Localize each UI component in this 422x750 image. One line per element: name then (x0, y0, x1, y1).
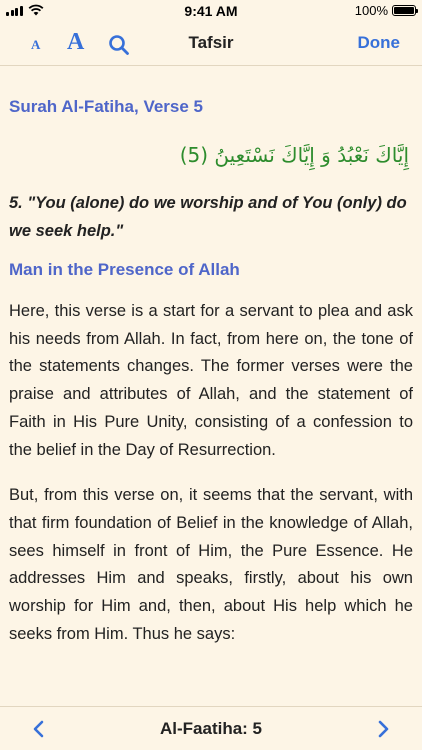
tafsir-content[interactable]: Surah Al-Fatiha, Verse 5 إِيَّاكَ نَعْبُ… (0, 67, 422, 706)
verse-location: Al-Faatiha: 5 (159, 719, 263, 738)
arabic-verse: إِيَّاكَ نَعْبُدُ وَ إِيَّاكَ نَسْتَعِين… (179, 143, 409, 167)
verse-translation: 5. "You (alone) do we worship and of You… (9, 194, 407, 240)
done-button[interactable]: Done (358, 33, 401, 53)
bottom-toolbar: Al-Faatiha: 5 (0, 706, 422, 750)
status-right: 100% (354, 3, 418, 18)
chevron-right-icon[interactable] (374, 719, 392, 739)
nav-bar: A A Tafsir Done (0, 22, 422, 66)
status-bar: 9:41 AM 100% (0, 0, 422, 22)
section-heading: Man in the Presence of Allah (9, 260, 240, 279)
paragraph: But, from this verse on, it seems that t… (9, 486, 413, 643)
surah-heading: Surah Al-Fatiha, Verse 5 (9, 97, 203, 116)
battery-icon (392, 5, 418, 16)
paragraph: Here, this verse is a start for a servan… (9, 302, 413, 459)
battery-percentage: 100% (354, 3, 388, 18)
